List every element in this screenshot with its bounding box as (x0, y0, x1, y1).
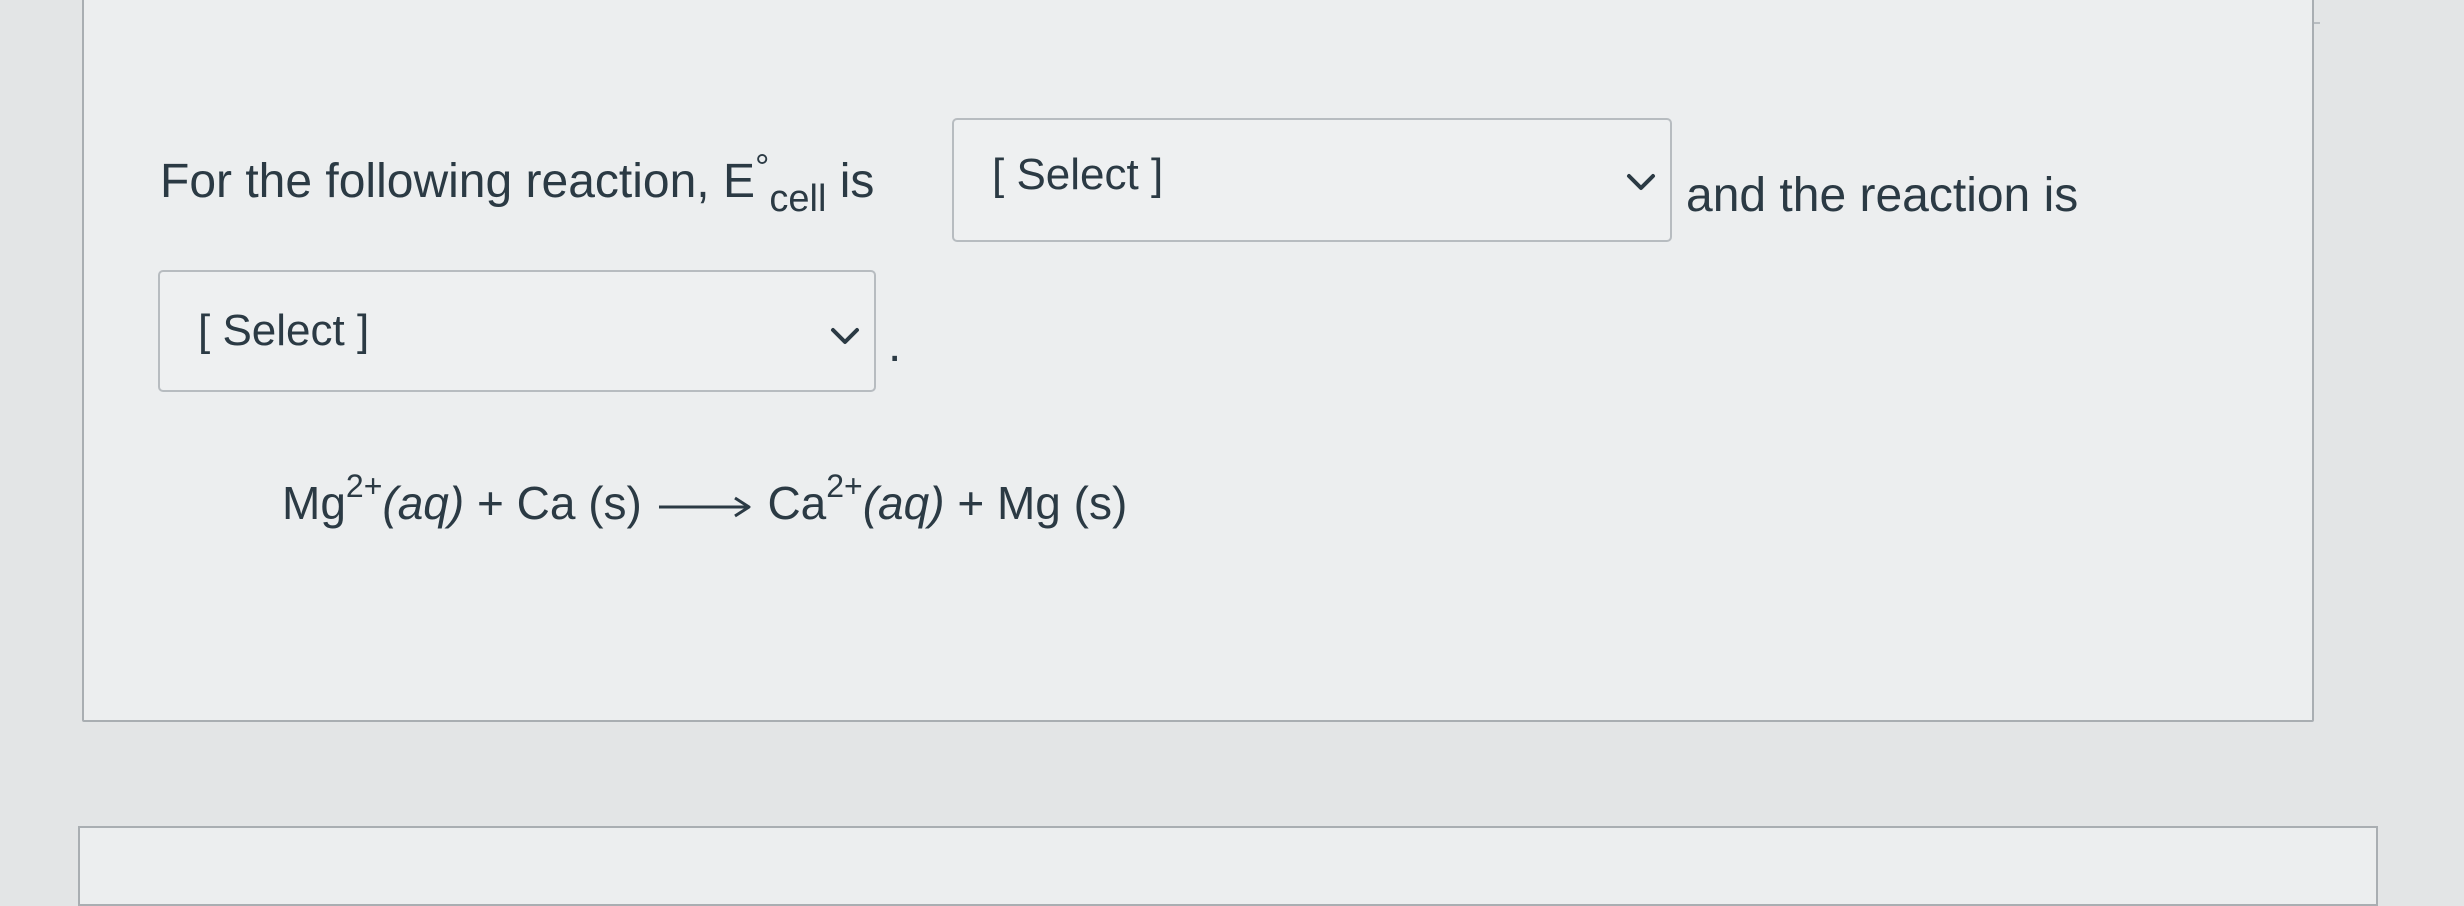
eq-mg-solid: Mg (s) (996, 477, 1128, 529)
chevron-down-icon (831, 328, 859, 344)
is-text: is (839, 155, 875, 208)
eq-ca: Ca (767, 477, 827, 529)
eq-ca-solid: Ca (s) (516, 477, 642, 529)
eq-ca-charge: 2+ (826, 468, 863, 504)
eq-aq-1: (aq) (382, 477, 465, 529)
ecell-select[interactable]: [ Select ] (952, 118, 1672, 242)
eq-plus-2: + (944, 477, 997, 529)
chevron-down-icon (1627, 174, 1655, 190)
question-text: For the following reaction, E°cell is (160, 146, 875, 220)
eq-mg-charge: 2+ (345, 468, 383, 504)
next-question-card (78, 826, 2378, 906)
question-continuation: and the reaction is (1686, 169, 2079, 222)
reaction-equation: Mg2+(aq) + Ca (s) Ca2+(aq) + Mg (s) (282, 468, 1128, 530)
sentence-period: . (888, 319, 902, 372)
cell-subscript: cell (769, 178, 827, 220)
eq-aq-2: (aq) (862, 477, 945, 529)
select-label: [ Select ] (992, 150, 1164, 199)
question-prefix: For the following reaction, E (160, 155, 755, 208)
eq-plus-1: + (464, 477, 517, 529)
reaction-arrow-icon (658, 496, 751, 518)
reaction-type-select[interactable]: [ Select ] (158, 270, 876, 392)
select-label: [ Select ] (198, 306, 370, 355)
eq-mg: Mg (282, 477, 346, 529)
degree-symbol: ° (754, 146, 770, 187)
